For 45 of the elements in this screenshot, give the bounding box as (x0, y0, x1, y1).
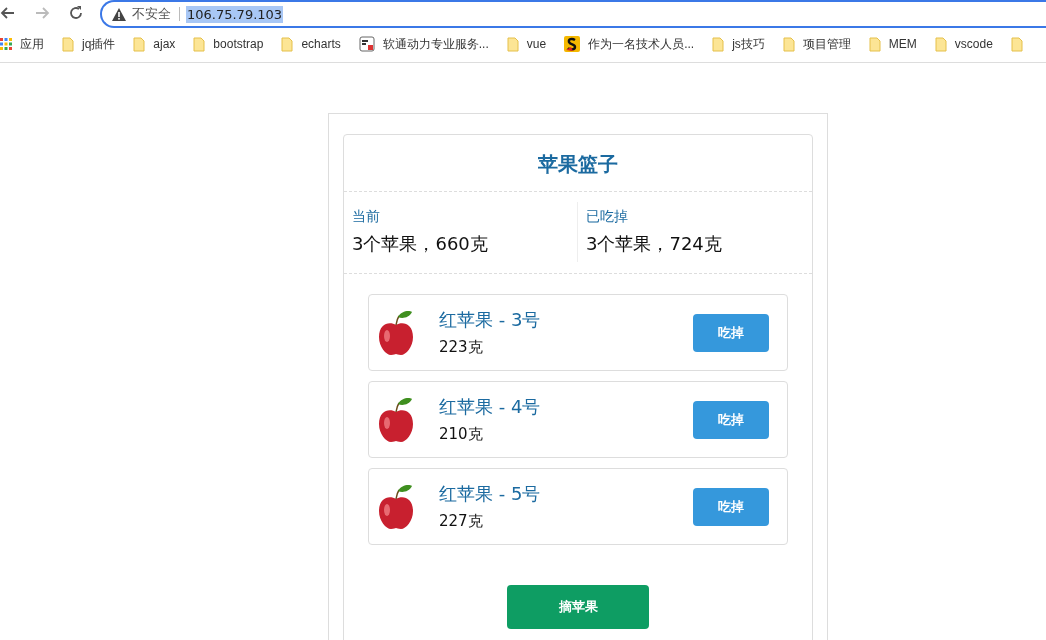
apple-name: 红苹果 - 4号 (439, 395, 542, 419)
folder-icon (782, 36, 795, 52)
psa-logo-icon (358, 36, 375, 52)
bookmark-label[interactable]: js技巧 (732, 35, 765, 53)
bookmark-label[interactable]: 软通动力专业服务... (382, 35, 489, 53)
bookmark-label[interactable]: 作为一名技术人员... (588, 35, 695, 53)
bookmark-label[interactable]: vue (526, 37, 547, 51)
folder-icon (1010, 36, 1023, 52)
apple-weight: 227克 (439, 512, 484, 531)
url-text: 106.75.79.103 (186, 5, 284, 23)
apple-name: 红苹果 - 3号 (439, 308, 542, 332)
bookmark-label[interactable]: echarts (301, 37, 341, 51)
address-bar[interactable]: 不安全 106.75.79.103 (100, 0, 1046, 28)
stat-label: 当前 (352, 208, 381, 226)
reload-icon[interactable] (68, 5, 84, 21)
s-logo-icon (564, 36, 581, 52)
security-label: 不安全 (132, 7, 180, 21)
back-icon[interactable] (0, 5, 16, 21)
bookmark-label[interactable]: vscode (954, 37, 993, 51)
bookmark-label[interactable]: MEM (888, 37, 917, 51)
basket-title: 苹果篮子 (344, 135, 812, 192)
folder-icon (934, 36, 947, 52)
apple-icon (377, 396, 415, 443)
folder-icon (712, 36, 725, 52)
folder-icon (868, 36, 881, 52)
stat-value: 3个苹果，724克 (586, 232, 723, 256)
apps-grid-icon (0, 38, 12, 50)
folder-icon (281, 36, 294, 52)
folder-icon (133, 36, 146, 52)
folder-icon (506, 36, 519, 52)
bookmark-label[interactable]: jq插件 (82, 35, 116, 53)
bookmark-label[interactable]: 项目管理 (802, 35, 851, 53)
apple-icon (377, 483, 415, 530)
apple-name: 红苹果 - 5号 (439, 482, 542, 506)
apple-weight: 223克 (439, 338, 484, 357)
folder-icon (62, 36, 74, 52)
apple-icon (377, 309, 415, 356)
bookmark-label[interactable]: ajax (153, 37, 176, 51)
warning-icon (112, 7, 126, 21)
bookmark-label[interactable]: bootstrap (213, 37, 264, 51)
stat-value: 3个苹果，660克 (352, 232, 489, 256)
apple-weight: 210克 (439, 425, 484, 444)
bookmark-label[interactable]: 应用 (20, 35, 44, 53)
stat-label: 已吃掉 (586, 208, 629, 226)
folder-icon (193, 36, 206, 52)
